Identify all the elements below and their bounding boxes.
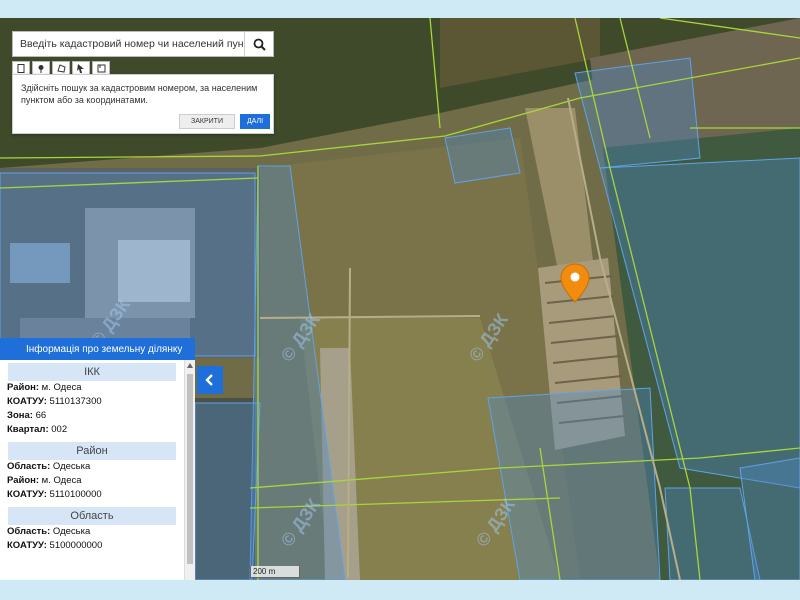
panel-title: Інформація про земельну ділянку — [0, 338, 195, 360]
info-row: Квартал: 002 — [7, 424, 68, 435]
info-row: Область: Одеська — [7, 526, 91, 537]
cadastral-search-box — [12, 31, 274, 57]
land-parcel-info-panel: Інформація про земельну ділянку ІКК Райо… — [0, 338, 195, 580]
polygon-icon[interactable] — [52, 61, 70, 75]
section-heading-region: Область — [8, 507, 176, 525]
search-hint-text: Здійсніть пошук за кадастровим номером, … — [21, 83, 258, 105]
ruler-icon[interactable] — [92, 61, 110, 75]
map-scale-bar: 200 m — [250, 566, 300, 578]
panel-scrollbar[interactable] — [184, 360, 195, 580]
pin-icon[interactable] — [32, 61, 50, 75]
scroll-up-arrow-icon[interactable] — [187, 363, 193, 368]
collapse-panel-button[interactable] — [197, 366, 223, 394]
scrollbar-thumb[interactable] — [187, 374, 193, 564]
document-icon[interactable] — [12, 61, 30, 75]
next-button[interactable]: ДАЛІ — [240, 114, 270, 129]
map-toolbar — [12, 61, 110, 75]
info-row: Зона: 66 — [7, 410, 47, 421]
info-row: Район: м. Одеса — [7, 475, 82, 486]
section-heading-district: Район — [8, 442, 176, 460]
info-row: КОАТУУ: 5100000000 — [7, 540, 103, 551]
close-button[interactable]: ЗАКРИТИ — [179, 114, 235, 129]
pointer-icon[interactable] — [72, 61, 90, 75]
search-input[interactable] — [13, 32, 245, 56]
info-row: Район: м. Одеса — [7, 382, 82, 393]
info-row: Область: Одеська — [7, 461, 91, 472]
search-icon — [253, 38, 266, 51]
screen-frame: © ДЗК © ДЗК © ДЗК © ДЗК © ДЗК Введіть ка… — [0, 0, 800, 600]
info-row: КОАТУУ: 5110137300 — [7, 396, 102, 407]
search-button[interactable] — [244, 32, 273, 56]
chevron-left-icon — [205, 374, 213, 386]
section-heading-ikk: ІКК — [8, 363, 176, 381]
search-hint-popup: Здійсніть пошук за кадастровим номером, … — [12, 74, 274, 134]
panel-body: ІКК Район: м. Одеса КОАТУУ: 5110137300 З… — [0, 360, 184, 580]
info-row: КОАТУУ: 5110100000 — [7, 489, 102, 500]
